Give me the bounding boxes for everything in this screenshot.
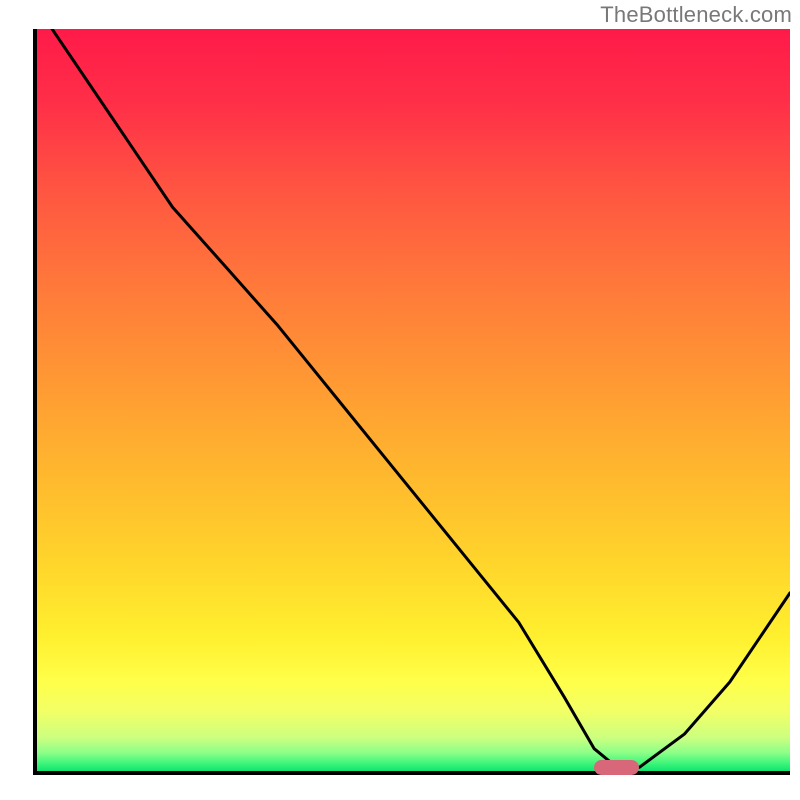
- optimal-marker: [594, 760, 639, 775]
- chart-container: TheBottleneck.com: [0, 0, 800, 800]
- watermark-text: TheBottleneck.com: [600, 2, 792, 28]
- bottleneck-curve: [37, 29, 790, 771]
